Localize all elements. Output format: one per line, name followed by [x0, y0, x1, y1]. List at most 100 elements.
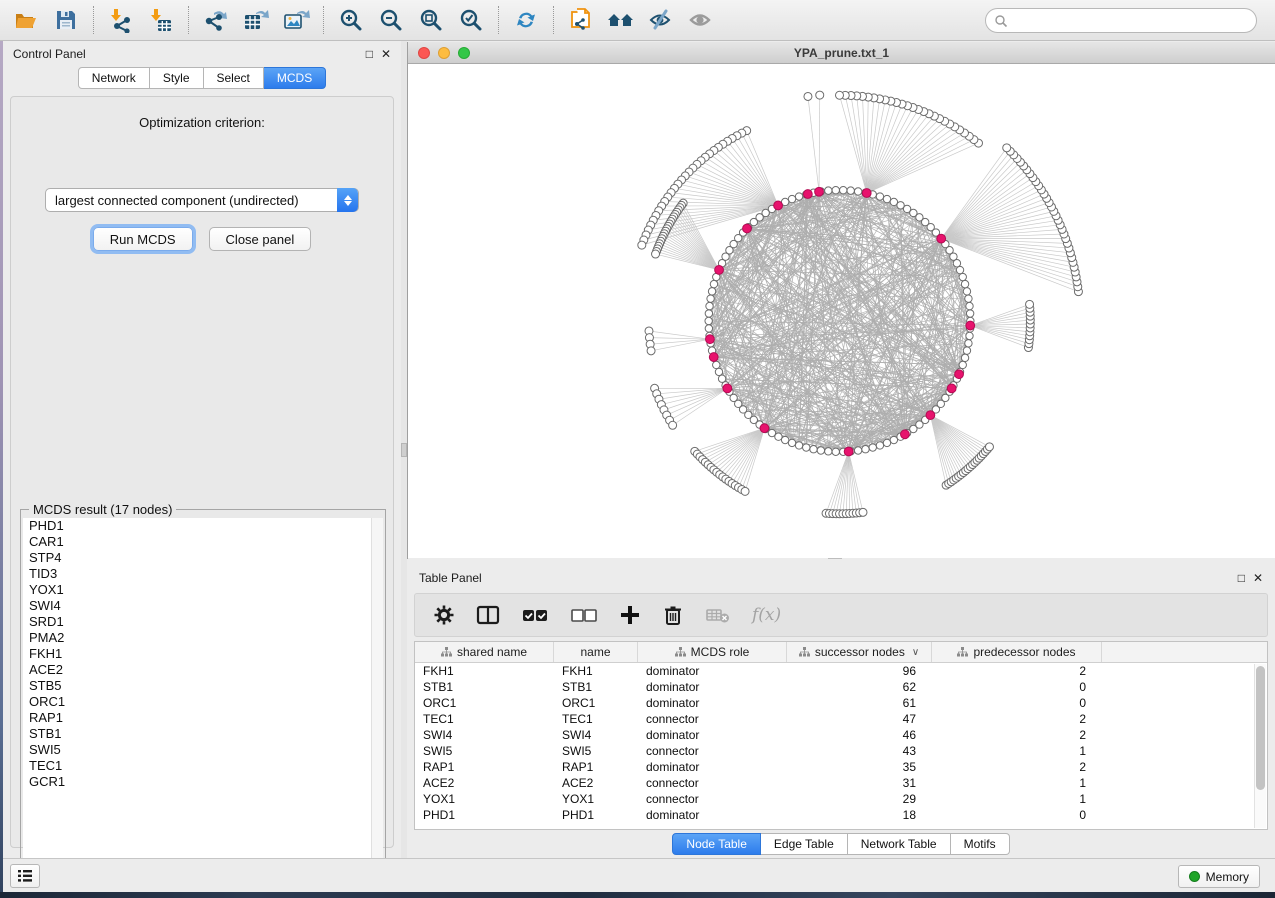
memory-button[interactable]: Memory [1178, 865, 1260, 888]
export-table-button[interactable] [236, 3, 276, 37]
tab-node-table[interactable]: Node Table [672, 833, 761, 855]
table-row[interactable]: STB1STB1dominator620 [415, 679, 1267, 695]
close-window-icon[interactable] [418, 47, 430, 59]
select-all-icon[interactable] [521, 604, 549, 626]
task-history-button[interactable] [10, 864, 40, 888]
float-table-panel-icon[interactable]: □ [1238, 571, 1245, 585]
mcds-result-item[interactable]: STB1 [23, 726, 383, 742]
search-input[interactable] [1008, 11, 1256, 31]
zoom-selected-icon [458, 7, 484, 33]
close-panel-button[interactable]: Close panel [209, 227, 312, 251]
tab-mcds[interactable]: MCDS [264, 67, 326, 89]
cell-mcds_role: dominator [638, 727, 787, 743]
open-file-button[interactable] [6, 3, 46, 37]
mcds-result-item[interactable]: TEC1 [23, 758, 383, 774]
close-panel-icon[interactable]: ✕ [381, 47, 391, 61]
tab-motifs[interactable]: Motifs [951, 833, 1010, 855]
import-network-button[interactable] [101, 3, 141, 37]
cell-shared_name: FKH1 [415, 663, 554, 679]
table-row[interactable]: ORC1ORC1dominator610 [415, 695, 1267, 711]
table-row[interactable]: YOX1YOX1connector291 [415, 791, 1267, 807]
tab-edge-table[interactable]: Edge Table [761, 833, 848, 855]
mcds-result-item[interactable]: PMA2 [23, 630, 383, 646]
table-scrollbar-thumb[interactable] [1256, 666, 1265, 790]
tab-network-table[interactable]: Network Table [848, 833, 951, 855]
cell-predecessor_nodes: 0 [932, 695, 1102, 711]
column-header-successor-nodes[interactable]: successor nodes∨ [787, 642, 932, 662]
delete-row-icon[interactable] [662, 604, 684, 626]
tab-network[interactable]: Network [78, 67, 150, 89]
column-header-shared-name[interactable]: shared name [415, 642, 554, 662]
mcds-result-item[interactable]: GCR1 [23, 774, 383, 790]
mcds-result-item[interactable]: SWI5 [23, 742, 383, 758]
column-header-name[interactable]: name [554, 642, 638, 662]
cell-mcds_role: connector [638, 791, 787, 807]
cell-mcds_role: connector [638, 743, 787, 759]
network-canvas[interactable] [408, 64, 1275, 558]
table-row[interactable]: ACE2ACE2connector311 [415, 775, 1267, 791]
maximize-window-icon[interactable] [458, 47, 470, 59]
minimize-window-icon[interactable] [438, 47, 450, 59]
mcds-result-item[interactable]: RAP1 [23, 710, 383, 726]
mcds-list-scrollbar[interactable] [371, 518, 383, 877]
export-image-button[interactable] [276, 3, 316, 37]
tab-select[interactable]: Select [204, 67, 264, 89]
zoom-selected-button[interactable] [451, 3, 491, 37]
network-titlebar[interactable]: YPA_prune.txt_1 [408, 42, 1275, 64]
cell-successor_nodes: 18 [787, 807, 932, 823]
mcds-result-item[interactable]: STB5 [23, 678, 383, 694]
mcds-result-item[interactable]: ORC1 [23, 694, 383, 710]
save-button[interactable] [46, 3, 86, 37]
table-row[interactable]: RAP1RAP1dominator352 [415, 759, 1267, 775]
mcds-result-item[interactable]: ACE2 [23, 662, 383, 678]
tab-style[interactable]: Style [150, 67, 204, 89]
column-header-predecessor-nodes[interactable]: predecessor nodes [932, 642, 1102, 662]
eye-slash-icon [647, 7, 675, 33]
mcds-result-item[interactable]: SRD1 [23, 614, 383, 630]
table-row[interactable]: PHD1PHD1dominator180 [415, 807, 1267, 823]
mcds-result-item[interactable]: TID3 [23, 566, 383, 582]
cell-mcds_role: dominator [638, 807, 787, 823]
column-selector-icon[interactable] [476, 604, 500, 626]
table-row[interactable]: SWI5SWI5connector431 [415, 743, 1267, 759]
mcds-result-item[interactable]: SWI4 [23, 598, 383, 614]
add-row-icon[interactable] [619, 604, 641, 626]
mcds-result-item[interactable]: CAR1 [23, 534, 383, 550]
zoom-fit-button[interactable] [411, 3, 451, 37]
mcds-result-item[interactable]: YOX1 [23, 582, 383, 598]
mcds-result-item[interactable]: FKH1 [23, 646, 383, 662]
column-header-MCDS-role[interactable]: MCDS role [638, 642, 787, 662]
run-mcds-button[interactable]: Run MCDS [93, 227, 193, 251]
show-all-networks-button[interactable] [601, 3, 641, 37]
zoom-in-button[interactable] [331, 3, 371, 37]
clone-network-button[interactable] [561, 3, 601, 37]
table-settings-icon[interactable] [433, 604, 455, 626]
export-network-icon [202, 7, 230, 33]
table-header-row: shared namenameMCDS rolesuccessor nodes∨… [415, 642, 1267, 663]
mcds-result-item[interactable]: PHD1 [23, 518, 383, 534]
cell-shared_name: STB1 [415, 679, 554, 695]
refresh-button[interactable] [506, 3, 546, 37]
search-field[interactable] [985, 8, 1257, 33]
table-scrollbar[interactable] [1254, 664, 1266, 828]
table-row[interactable]: SWI4SWI4dominator462 [415, 727, 1267, 743]
close-table-panel-icon[interactable]: ✕ [1253, 571, 1263, 585]
table-row[interactable]: FKH1FKH1dominator962 [415, 663, 1267, 679]
export-network-button[interactable] [196, 3, 236, 37]
deselect-all-icon[interactable] [570, 604, 598, 626]
zoom-out-button[interactable] [371, 3, 411, 37]
cell-predecessor_nodes: 2 [932, 663, 1102, 679]
show-hidden-button[interactable] [681, 3, 721, 37]
float-panel-icon[interactable]: □ [366, 47, 373, 61]
hide-selected-button[interactable] [641, 3, 681, 37]
network-window-title: YPA_prune.txt_1 [794, 46, 889, 60]
mcds-result-item[interactable]: STP4 [23, 550, 383, 566]
table-row[interactable]: TEC1TEC1connector472 [415, 711, 1267, 727]
import-table-button[interactable] [141, 3, 181, 37]
mcds-result-list[interactable]: PHD1CAR1STP4TID3YOX1SWI4SRD1PMA2FKH1ACE2… [23, 518, 383, 877]
table-body[interactable]: FKH1FKH1dominator962STB1STB1dominator620… [415, 663, 1267, 823]
cell-shared_name: ACE2 [415, 775, 554, 791]
cell-mcds_role: dominator [638, 663, 787, 679]
cell-successor_nodes: 47 [787, 711, 932, 727]
optimization-criterion-select[interactable]: largest connected component (undirected) [45, 188, 359, 212]
